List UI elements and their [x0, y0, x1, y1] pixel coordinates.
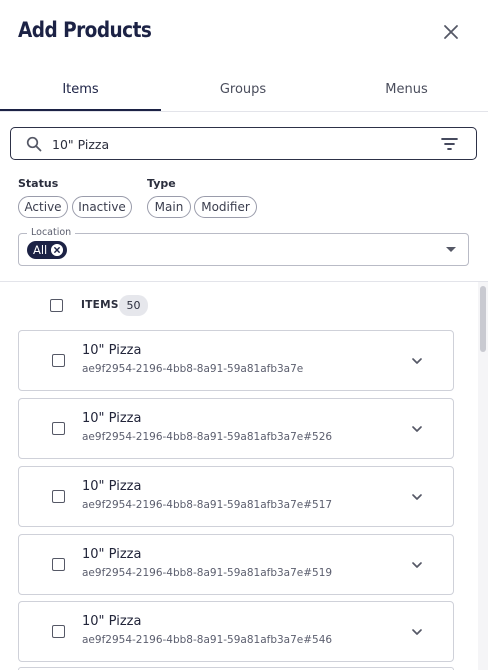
item-checkbox[interactable] — [52, 354, 65, 367]
list-item[interactable]: 10" Pizza ae9f2954-2196-4bb8-8a91-59a81a… — [18, 601, 454, 662]
location-label: Location — [27, 227, 76, 238]
page-title: Add Products — [18, 18, 152, 42]
item-id: ae9f2954-2196-4bb8-8a91-59a81afb3a7e — [82, 363, 304, 375]
list-item[interactable]: 10" Pizza ae9f2954-2196-4bb8-8a91-59a81a… — [18, 466, 454, 527]
chevron-down-icon[interactable] — [411, 626, 423, 638]
item-checkbox[interactable] — [52, 490, 65, 503]
item-name: 10" Pizza — [82, 411, 142, 426]
chip-inactive[interactable]: Inactive — [72, 196, 132, 218]
item-checkbox[interactable] — [52, 422, 65, 435]
item-id: ae9f2954-2196-4bb8-8a91-59a81afb3a7e#519 — [82, 567, 333, 579]
close-icon[interactable] — [441, 22, 461, 42]
divider — [0, 281, 488, 282]
location-select[interactable]: Location All — [18, 227, 469, 266]
tab-items[interactable]: Items — [0, 74, 161, 112]
search-icon — [26, 136, 42, 152]
tab-bar: Items Groups Menus — [0, 74, 488, 112]
item-id: ae9f2954-2196-4bb8-8a91-59a81afb3a7e#526 — [82, 431, 333, 443]
search-input[interactable] — [52, 133, 422, 155]
location-chip-all: All — [27, 241, 68, 259]
remove-chip-icon[interactable] — [51, 244, 64, 256]
item-name: 10" Pizza — [82, 479, 142, 494]
list-item[interactable]: 10" Pizza ae9f2954-2196-4bb8-8a91-59a81a… — [18, 330, 454, 391]
filter-icon[interactable] — [441, 137, 458, 151]
dropdown-caret-icon[interactable] — [446, 247, 456, 252]
item-id: ae9f2954-2196-4bb8-8a91-59a81afb3a7e#517 — [82, 499, 333, 511]
item-name: 10" Pizza — [82, 614, 142, 629]
chevron-down-icon[interactable] — [411, 559, 423, 571]
search-box — [10, 127, 477, 160]
item-checkbox[interactable] — [52, 625, 65, 638]
item-id: ae9f2954-2196-4bb8-8a91-59a81afb3a7e#546 — [82, 634, 333, 646]
chevron-down-icon[interactable] — [411, 355, 423, 367]
chevron-down-icon[interactable] — [411, 491, 423, 503]
chip-modifier[interactable]: Modifier — [194, 196, 257, 218]
modal-header: Add Products — [0, 0, 488, 66]
item-name: 10" Pizza — [82, 343, 142, 358]
status-filter-label: Status — [18, 177, 59, 190]
items-count-badge: 50 — [119, 295, 148, 316]
item-name: 10" Pizza — [82, 547, 142, 562]
type-filter-label: Type — [147, 177, 176, 190]
list-item[interactable]: 10" Pizza ae9f2954-2196-4bb8-8a91-59a81a… — [18, 398, 454, 459]
select-all-checkbox[interactable] — [50, 299, 63, 312]
location-chip-label: All — [33, 243, 48, 257]
chevron-down-icon[interactable] — [411, 423, 423, 435]
tab-menus[interactable]: Menus — [325, 74, 488, 112]
chip-active[interactable]: Active — [18, 196, 68, 218]
chip-main[interactable]: Main — [147, 196, 191, 218]
items-header-label: ITEMS — [81, 299, 119, 311]
item-checkbox[interactable] — [52, 558, 65, 571]
scrollbar-thumb[interactable] — [480, 286, 486, 352]
tab-groups[interactable]: Groups — [161, 74, 325, 112]
list-item[interactable]: 10" Pizza ae9f2954-2196-4bb8-8a91-59a81a… — [18, 534, 454, 595]
active-tab-indicator — [0, 109, 161, 111]
